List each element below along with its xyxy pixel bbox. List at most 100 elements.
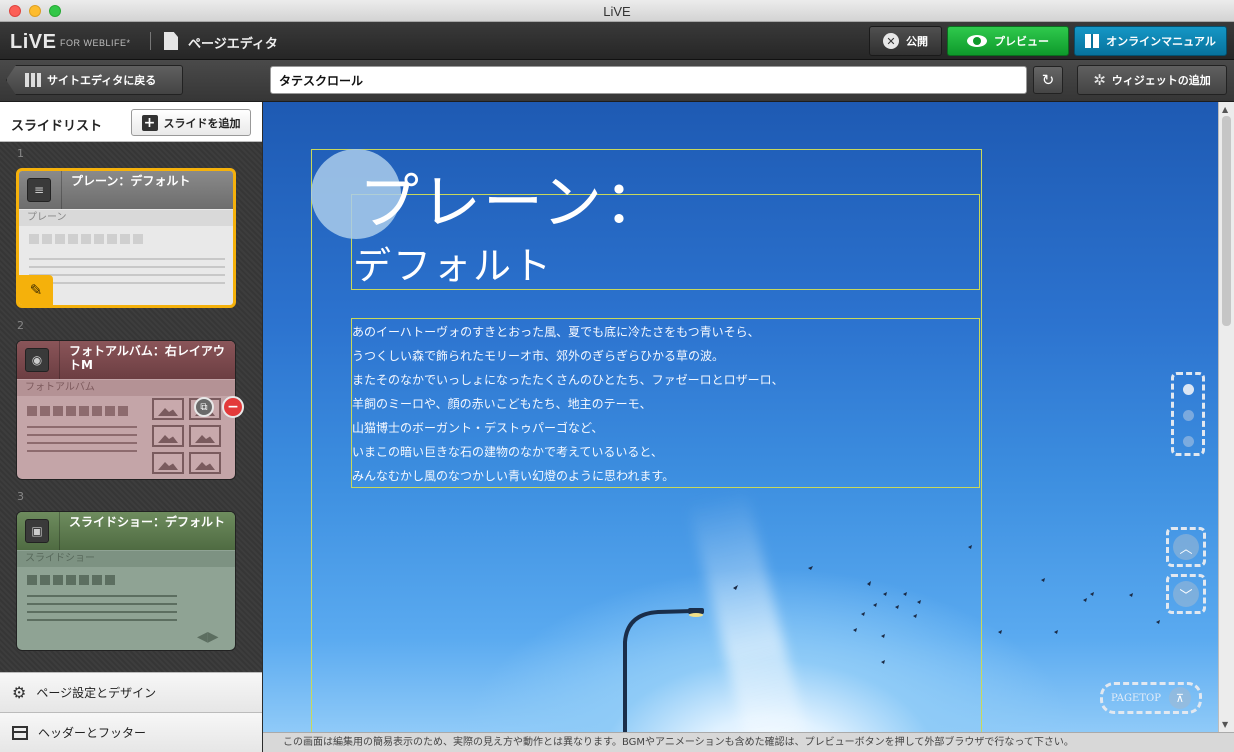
slide-prev-button[interactable]: ︿ — [1166, 527, 1206, 567]
app-header: LiVE FOR WEBLIFE* ページエディタ ✕ 公開 プレビュー オンラ… — [0, 22, 1234, 60]
editor-title: ページエディタ — [188, 37, 278, 52]
pagetop-label: PAGETOP — [1111, 692, 1161, 704]
page-settings-label: ページ設定とデザイン — [36, 686, 157, 700]
arrow-top-icon: ⊼ — [1168, 687, 1191, 709]
page-title-input[interactable] — [270, 66, 1027, 94]
header-footer-button[interactable]: ヘッダーとフッター — [0, 712, 262, 752]
book-icon — [1085, 34, 1100, 48]
slide-card-title: プレーン：デフォルト — [71, 174, 191, 188]
slide-card-type: プレーン — [19, 210, 233, 226]
preview-line — [27, 442, 137, 444]
image-icon — [152, 398, 184, 420]
online-manual-label: オンラインマニュアル — [1106, 35, 1216, 48]
duplicate-slide-button[interactable]: ⧉ — [194, 397, 214, 417]
minus-icon: − — [227, 399, 239, 415]
preview-line — [29, 274, 225, 276]
slide-card-plain[interactable]: ≡ プレーン：デフォルト プレーン ✎ — [16, 168, 236, 308]
window-titlebar: LiVE — [0, 0, 1234, 22]
preview-line — [27, 595, 177, 597]
preview-button[interactable]: プレビュー — [947, 26, 1069, 56]
pagetop-button[interactable]: PAGETOP ⊼ — [1100, 682, 1202, 714]
online-manual-button[interactable]: オンラインマニュアル — [1074, 26, 1227, 56]
add-slide-button[interactable]: + スライドを追加 — [131, 109, 251, 136]
gear-icon: ✲ — [1093, 71, 1106, 89]
header-footer-icon — [12, 725, 28, 740]
body-line: あのイーハトーヴォのすきとおった風、夏でも底に冷たさをもつ青いそら、 — [352, 325, 760, 339]
slide-title-line2: デフォルト — [353, 244, 554, 288]
back-label: サイトエディタに戻る — [47, 74, 157, 87]
add-widget-button[interactable]: ✲ ウィジェットの追加 — [1077, 65, 1227, 95]
image-icon — [152, 452, 184, 474]
publish-button[interactable]: ✕ 公開 — [869, 26, 942, 56]
slide-card-header: ◉ フォトアルバム：右レイアウトM — [17, 341, 235, 379]
preview-line — [29, 266, 225, 268]
nav-dot[interactable] — [1183, 436, 1194, 447]
preview-line — [29, 258, 225, 260]
card-divider — [61, 171, 62, 209]
slide-card-header: ≡ プレーン：デフォルト — [19, 171, 233, 209]
scroll-thumb[interactable] — [1222, 116, 1231, 326]
refresh-button[interactable]: ↻ — [1033, 66, 1063, 94]
window-title: LiVE — [603, 4, 631, 19]
header-footer-label: ヘッダーとフッター — [38, 726, 147, 740]
back-to-site-editor-button[interactable]: サイトエディタに戻る — [6, 65, 183, 95]
delete-slide-button[interactable]: − — [222, 396, 244, 418]
slide-body-text: あのイーハトーヴォのすきとおった風、夏でも底に冷たさをもつ青いそら、 うつくしい… — [352, 321, 979, 489]
edit-slide-button[interactable]: ✎ — [19, 275, 53, 305]
body-line: みんなむかし風のなつかしい青い幻燈のように思われます。 — [352, 469, 675, 483]
card-divider — [59, 341, 60, 379]
app-logo: LiVE — [10, 31, 57, 53]
pencil-icon: ✎ — [29, 281, 43, 299]
body-line: うつくしい森で飾られたモリーオ市、郊外のぎらぎらひかる草の波。 — [352, 349, 725, 363]
sidebar: スライドリスト + スライドを追加 1 ≡ プレーン：デフォルト プレーン ✎ … — [0, 102, 262, 752]
picture-icon: ▣ — [25, 519, 49, 543]
slide-list-title: スライドリスト — [11, 119, 103, 134]
chevron-up-icon: ︿ — [1173, 534, 1199, 560]
document-icon — [164, 32, 178, 50]
preview-line — [27, 426, 137, 428]
slideshow-arrows-icon: ◀▶ — [197, 629, 219, 645]
slide-card-type: フォトアルバム — [17, 380, 235, 396]
slide-number: 1 — [17, 147, 24, 160]
image-icon — [189, 452, 221, 474]
eye-icon — [967, 35, 987, 47]
body-line: 羊飼のミーロや、顔の赤いこどもたち、地主のテーモ、 — [352, 397, 652, 411]
nav-dot[interactable] — [1183, 384, 1194, 395]
scroll-up-arrow-icon[interactable]: ▲ — [1222, 105, 1228, 114]
image-icon — [189, 425, 221, 447]
canvas-scrollbar[interactable]: ▲ ▼ — [1218, 102, 1234, 732]
preview-line — [27, 450, 137, 452]
slide-canvas[interactable]: プレーン： デフォルト あのイーハトーヴォのすきとおった風、夏でも底に冷たさをも… — [263, 102, 1218, 732]
header-divider — [150, 32, 151, 50]
publish-icon: ✕ — [883, 33, 899, 49]
card-divider — [59, 512, 60, 550]
body-line: いまこの暗い巨きな石の建物のなかで考えているいると、 — [352, 445, 663, 459]
slide-nav-dots[interactable] — [1171, 372, 1205, 456]
preview-squares — [29, 234, 143, 244]
app-logo-sub: FOR WEBLIFE* — [60, 38, 131, 48]
slide-title-line1: プレーン： — [359, 168, 666, 238]
image-icon — [152, 425, 184, 447]
body-line: 山猫博士のボーガント・デストゥパーゴなど、 — [352, 421, 604, 435]
refresh-icon: ↻ — [1041, 71, 1055, 89]
slide-next-button[interactable]: ﹀ — [1166, 574, 1206, 614]
status-bar: この画面は編集用の簡易表示のため、実際の見え方や動作とは異なります。BGMやアニ… — [263, 732, 1234, 752]
columns-icon — [25, 73, 41, 87]
duplicate-icon: ⧉ — [200, 401, 208, 413]
slide-card-slideshow[interactable]: ▣ スライドショー：デフォルト スライドショー ◀▶ — [16, 511, 236, 651]
slide-number: 2 — [17, 319, 24, 332]
page-settings-design-button[interactable]: ⚙ ページ設定とデザイン — [0, 672, 262, 712]
plus-icon: + — [141, 114, 158, 131]
nav-dot[interactable] — [1183, 410, 1194, 421]
preview-squares — [27, 575, 115, 585]
preview-label: プレビュー — [994, 35, 1049, 48]
body-line: またそのなかでいっしょになったたくさんのひとたち、ファゼーロとロザーロ、 — [352, 373, 784, 387]
editor-toolbar: サイトエディタに戻る ↻ ✲ ウィジェットの追加 — [0, 60, 1234, 102]
scroll-down-arrow-icon[interactable]: ▼ — [1222, 720, 1228, 729]
slide-card-preview: ◀▶ — [17, 567, 235, 650]
preview-line — [27, 603, 177, 605]
add-slide-label: スライドを追加 — [163, 116, 241, 130]
add-widget-label: ウィジェットの追加 — [1111, 74, 1211, 87]
slide-card-title: フォトアルバム：右レイアウトM — [69, 344, 225, 372]
camera-icon: ◉ — [25, 348, 49, 372]
